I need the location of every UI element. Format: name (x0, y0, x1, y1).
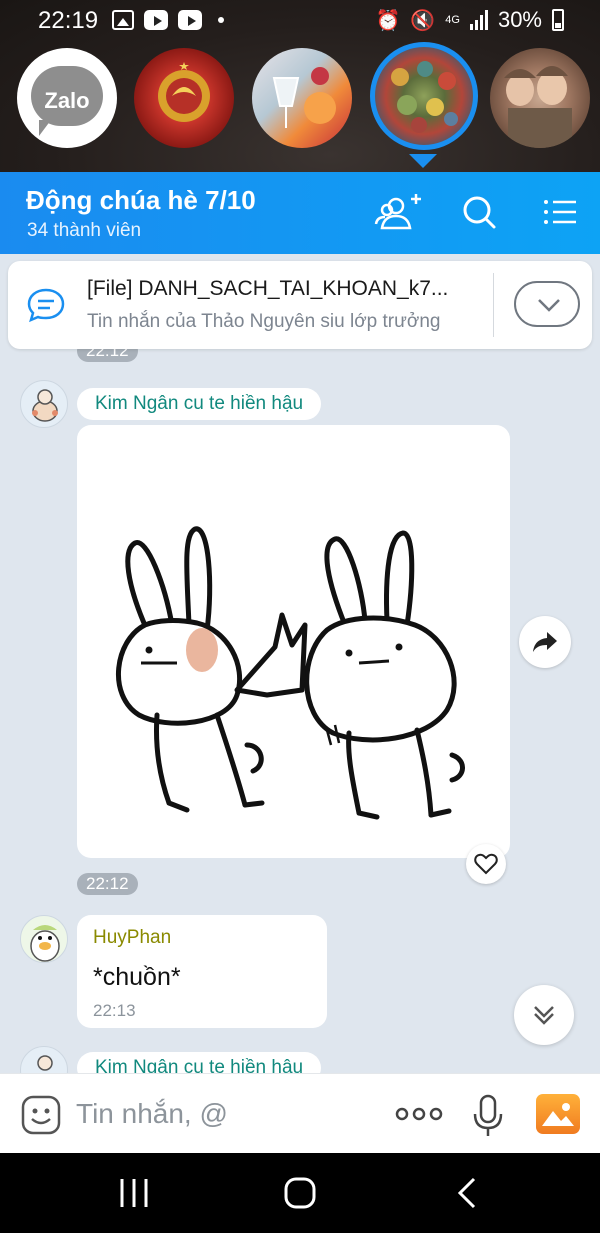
emoji-button[interactable] (20, 1094, 62, 1136)
youtube-notification-icon (144, 10, 168, 30)
status-bar: 22:19 ⏰ 🔇 4G 30% (0, 0, 600, 42)
story-avatar-cartoon[interactable] (490, 48, 590, 148)
text-message[interactable]: HuyPhan *chuồn* 22:13 (77, 915, 327, 1028)
react-heart-button[interactable] (466, 844, 506, 884)
member-count[interactable]: 34 thành viên (27, 220, 141, 242)
recents-icon (120, 1179, 148, 1207)
signal-icon (469, 10, 488, 30)
active-story-pointer (409, 154, 437, 168)
story-avatar-crowd[interactable] (370, 42, 478, 150)
more-icon (395, 1107, 443, 1121)
story-zalo[interactable]: Zalo (17, 48, 117, 148)
mute-icon: 🔇 (410, 9, 436, 32)
alarm-icon: ⏰ (375, 9, 401, 32)
gallery-button[interactable] (536, 1094, 580, 1134)
more-button[interactable] (394, 1102, 444, 1126)
message-sender[interactable]: HuyPhan (93, 927, 171, 949)
back-icon (457, 1177, 476, 1209)
recent-apps-button[interactable] (114, 1175, 154, 1211)
message-input[interactable] (76, 1092, 376, 1136)
scroll-to-bottom-button[interactable] (514, 985, 574, 1045)
sticker-avatar-icon (32, 389, 58, 422)
menu-button[interactable] (536, 190, 586, 234)
message-time-sticker: 22:12 (77, 873, 138, 895)
pinned-subtitle: Tin nhắn của Thảo Nguyên siu lớp trưởng (87, 311, 441, 332)
battery-icon (552, 9, 564, 31)
bunny-slap-sticker (116, 526, 465, 820)
add-user-icon (374, 194, 421, 230)
pinned-title: [File] DANH_SACH_TAI_KHOAN_k7... (87, 277, 449, 300)
zalo-logo-text: Zalo (44, 88, 90, 113)
share-icon (533, 632, 557, 652)
emoji-icon (21, 1095, 61, 1135)
gallery-notification-icon (112, 10, 134, 30)
search-button[interactable] (455, 190, 505, 234)
avatar-kim-ngan[interactable] (20, 380, 68, 428)
back-button[interactable] (448, 1175, 488, 1211)
sticker-message[interactable] (77, 425, 510, 858)
system-nav-bar (0, 1153, 600, 1233)
share-button[interactable] (519, 616, 571, 668)
notification-icons (112, 10, 224, 30)
chat-header: Động chúa hè 7/10 34 thành viên (0, 172, 600, 254)
story-strip: Zalo (0, 42, 600, 168)
heart-icon (474, 853, 498, 875)
sender-name[interactable]: Kim Ngân cu te hiền hậu (77, 388, 322, 420)
battery-percent: 30% (497, 7, 542, 32)
emblem-icon (158, 62, 210, 122)
crowd-icon (391, 61, 458, 133)
cartoon-icon (504, 66, 572, 148)
duck-avatar-icon (30, 925, 60, 962)
pinned-divider (493, 273, 494, 337)
message-text: *chuồn* (93, 963, 181, 991)
network-type: 4G (445, 13, 460, 26)
chevrons-down-icon (534, 1006, 554, 1025)
youtube-notification-icon-2 (178, 10, 202, 30)
message-icon (27, 288, 65, 323)
pinned-expand-button[interactable] (514, 281, 580, 327)
image-icon (542, 1103, 574, 1126)
list-icon (544, 200, 576, 224)
avatar-huyphan[interactable] (20, 915, 68, 963)
message-time: 22:13 (93, 1001, 136, 1020)
story-avatar-emblem[interactable] (134, 48, 234, 148)
mic-icon (473, 1094, 503, 1136)
status-right: ⏰ 🔇 4G 30% (375, 7, 564, 33)
home-button[interactable] (280, 1175, 320, 1211)
pinned-message[interactable]: [File] DANH_SACH_TAI_KHOAN_k7... Tin nhắ… (8, 261, 592, 349)
add-member-button[interactable] (374, 190, 424, 234)
drinks-icon (272, 67, 336, 128)
group-title[interactable]: Động chúa hè 7/10 (26, 185, 256, 216)
chevron-down-icon (538, 299, 560, 312)
story-background: 22:19 ⏰ 🔇 4G 30% Zalo (0, 0, 600, 172)
search-icon (463, 196, 496, 229)
voice-button[interactable] (470, 1094, 506, 1138)
message-composer (0, 1073, 600, 1153)
home-icon (284, 1177, 316, 1209)
more-notifications-icon (218, 17, 224, 23)
status-time: 22:19 (38, 7, 99, 34)
story-avatar-drinks[interactable] (252, 48, 352, 148)
